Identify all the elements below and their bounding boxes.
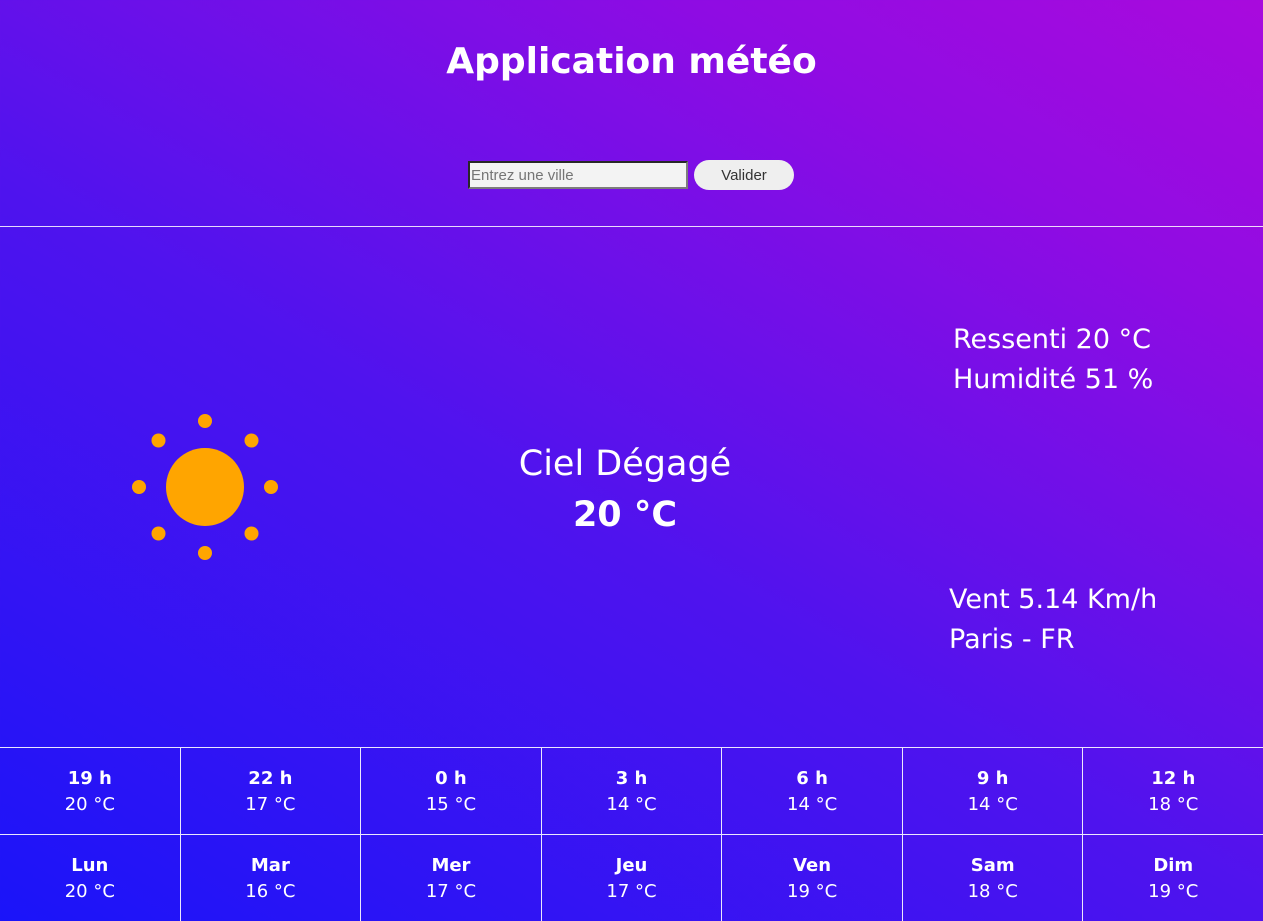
feels-like: Ressenti 20 °C bbox=[953, 324, 1151, 355]
forecast-temp: 14 °C bbox=[606, 794, 657, 815]
hourly-forecast-item: 12 h 18 °C bbox=[1083, 748, 1263, 834]
forecast-hour: 12 h bbox=[1151, 768, 1196, 789]
daily-forecast-item: Dim 19 °C bbox=[1083, 835, 1263, 921]
forecast-hour: 6 h bbox=[796, 768, 828, 789]
header-divider bbox=[0, 226, 1263, 227]
weather-description: Ciel Dégagé bbox=[518, 444, 732, 484]
forecast-temp: 16 °C bbox=[245, 881, 296, 902]
daily-forecast-item: Lun 20 °C bbox=[0, 835, 181, 921]
submit-button[interactable]: Valider bbox=[694, 160, 794, 190]
forecast-temp: 20 °C bbox=[64, 794, 115, 815]
details-top: Ressenti 20 °C Humidité 51 % bbox=[953, 320, 1153, 400]
hourly-forecast-item: 9 h 14 °C bbox=[903, 748, 1084, 834]
forecast-temp: 17 °C bbox=[245, 794, 296, 815]
page-title: Application météo bbox=[446, 41, 817, 82]
forecast-temp: 14 °C bbox=[967, 794, 1018, 815]
forecast-day: Jeu bbox=[615, 855, 648, 876]
forecast-temp: 14 °C bbox=[787, 794, 838, 815]
forecast-day: Mar bbox=[250, 855, 290, 876]
forecast-hour: 19 h bbox=[67, 768, 112, 789]
forecast-temp: 17 °C bbox=[425, 881, 477, 902]
forecast-temp: 19 °C bbox=[787, 881, 838, 902]
daily-forecast-item: Mar 16 °C bbox=[181, 835, 362, 921]
forecast-temp: 17 °C bbox=[606, 881, 657, 902]
current-conditions: Ciel Dégagé 20 °C bbox=[425, 440, 825, 542]
forecast-hour: 0 h bbox=[435, 768, 467, 789]
forecast-day: Sam bbox=[970, 855, 1015, 876]
daily-forecast: Lun 20 °C Mar 16 °C Mer 17 °C Jeu 17 °C … bbox=[0, 834, 1263, 921]
sun-icon bbox=[132, 414, 278, 560]
forecast-hour: 9 h bbox=[976, 768, 1009, 789]
daily-forecast-item: Jeu 17 °C bbox=[542, 835, 723, 921]
forecast-temp: 19 °C bbox=[1148, 881, 1199, 902]
humidity: Humidité 51 % bbox=[953, 364, 1154, 395]
forecast-temp: 18 °C bbox=[1148, 794, 1199, 815]
daily-forecast-item: Ven 19 °C bbox=[722, 835, 903, 921]
city-search-input[interactable] bbox=[468, 161, 688, 189]
hourly-forecast-item: 6 h 14 °C bbox=[722, 748, 903, 834]
forecast-temp: 20 °C bbox=[64, 881, 115, 902]
daily-forecast-item: Sam 18 °C bbox=[903, 835, 1084, 921]
current-temperature: 20 °C bbox=[572, 495, 678, 535]
location: Paris - FR bbox=[949, 624, 1075, 655]
hourly-forecast-item: 0 h 15 °C bbox=[361, 748, 542, 834]
forecast-hour: 3 h bbox=[615, 768, 648, 789]
wind-speed: Vent 5.14 Km/h bbox=[949, 584, 1158, 615]
details-bottom: Vent 5.14 Km/h Paris - FR bbox=[949, 580, 1157, 660]
hourly-forecast: 19 h 20 °C 22 h 17 °C 0 h 15 °C 3 h 14 °… bbox=[0, 747, 1263, 834]
forecast-day: Lun bbox=[71, 855, 109, 876]
hourly-forecast-item: 22 h 17 °C bbox=[181, 748, 362, 834]
search-form: Valider bbox=[468, 160, 794, 190]
forecast-hour: 22 h bbox=[248, 768, 293, 789]
hourly-forecast-item: 3 h 14 °C bbox=[542, 748, 723, 834]
forecast-day: Mer bbox=[431, 855, 471, 876]
forecast-day: Dim bbox=[1153, 855, 1194, 876]
daily-forecast-item: Mer 17 °C bbox=[361, 835, 542, 921]
forecast-temp: 15 °C bbox=[425, 794, 477, 815]
forecast-day: Ven bbox=[793, 855, 832, 876]
forecast-temp: 18 °C bbox=[967, 881, 1018, 902]
hourly-forecast-item: 19 h 20 °C bbox=[0, 748, 181, 834]
